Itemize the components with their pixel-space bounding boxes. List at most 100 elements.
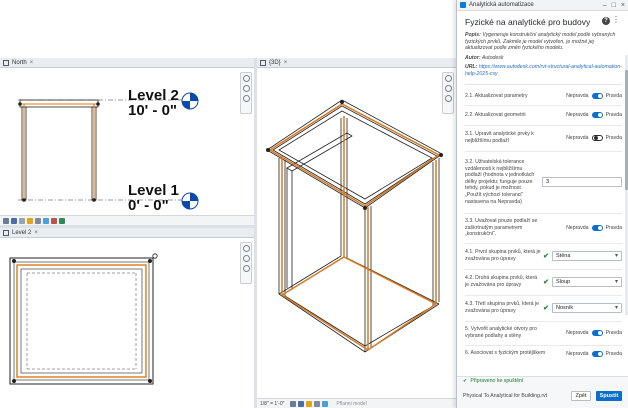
- view-control-bar: [0, 215, 254, 225]
- element-group-select[interactable]: Sloup: [552, 277, 622, 288]
- north-elevation-drawing: [18, 92, 199, 210]
- viewport-north[interactable]: North × Level 2 10' - 0" Level 1 0' - 0": [0, 58, 254, 225]
- navigation-bar[interactable]: [240, 242, 252, 284]
- level-elevation[interactable]: 0' - 0": [128, 198, 169, 213]
- visual-style-icon[interactable]: [298, 400, 305, 407]
- level-elevation[interactable]: 10' - 0": [128, 103, 177, 118]
- view-mode-label: Pflanni model: [336, 400, 367, 407]
- toggle-switch[interactable]: [591, 135, 603, 142]
- analytical-automation-panel: Analytická automatizace – □ × Fyzické na a…: [456, 0, 628, 408]
- option-label: 4.2. Druhá skupina prvků, která je zvažo…: [465, 275, 538, 289]
- option-label: 3.3. Uvažovat pouze podlaží se zaškrtnut…: [465, 218, 538, 238]
- scale-icon[interactable]: [3, 217, 9, 224]
- crop-icon[interactable]: [322, 400, 329, 407]
- zoom-icon[interactable]: [242, 245, 250, 252]
- toggle-control[interactable]: Nepravda Pravda: [566, 112, 622, 119]
- panel-footer: Physical To Analytical for Building.rvt …: [457, 384, 628, 408]
- toggle-control[interactable]: Nepravda Pravda: [566, 135, 622, 142]
- toggle-switch[interactable]: [591, 112, 603, 119]
- navigation-bar[interactable]: [442, 72, 454, 114]
- sun-path-icon[interactable]: [27, 217, 33, 224]
- toggle-switch[interactable]: [591, 93, 603, 100]
- run-button[interactable]: Spustit: [596, 391, 622, 401]
- orbit-icon[interactable]: [444, 95, 452, 102]
- option-row: 3.3. Uvažovat pouze podlaží se zaškrtnut…: [465, 214, 622, 244]
- toggle-switch[interactable]: [591, 330, 603, 337]
- level-name[interactable]: Level 2: [128, 88, 179, 103]
- option-row: 4.3. Třetí skupina prvků, která je zvažo…: [465, 296, 622, 322]
- url-link[interactable]: https://www.autodesk.com/rvt-structural-…: [465, 64, 622, 77]
- panel-heading: Fyzické na analytické pro budovy: [465, 17, 591, 27]
- check-icon: ✔: [543, 305, 549, 313]
- back-button[interactable]: Zpět: [571, 391, 591, 401]
- tolerance-input[interactable]: 3: [542, 177, 622, 188]
- option-label: 6. Asociovat s fyzickým protějškem: [465, 350, 546, 357]
- toggle-switch[interactable]: [591, 225, 603, 232]
- detail-level-icon[interactable]: [11, 217, 17, 224]
- option-label: 3.2. Uživatelská tolerance vzdálenosti k…: [465, 158, 535, 205]
- zoom-icon[interactable]: [242, 75, 250, 82]
- orbit-icon[interactable]: [242, 95, 250, 102]
- toggle-control[interactable]: Nepravda Pravda: [566, 330, 622, 337]
- level-marker-icon: [181, 192, 199, 210]
- check-icon: ✔: [543, 279, 549, 287]
- option-label: 2.2. Aktualizovat geometrii: [465, 111, 526, 118]
- reveal-icon[interactable]: [59, 217, 65, 224]
- viewport-3d[interactable]: {3D} × 1/8" = 1'-0" Pflanni model: [257, 58, 456, 408]
- option-row: 2.2. Aktualizovat geometrii Nepravda Prav…: [465, 106, 622, 126]
- help-icon[interactable]: ?: [602, 17, 610, 25]
- app-icon: [460, 2, 466, 8]
- footer-filename: Physical To Analytical for Building.rvt: [463, 393, 548, 399]
- option-row: 4.1. První skupina prvků, která je zvažo…: [465, 244, 622, 270]
- description-block: Popis: Vygeneruje konstrukční analytický…: [465, 32, 622, 52]
- shadows-icon[interactable]: [35, 217, 41, 224]
- zoom-icon[interactable]: [444, 75, 452, 82]
- option-label: 4.3. Třetí skupina prvků, která je zvažo…: [465, 301, 540, 315]
- pan-icon[interactable]: [242, 85, 250, 92]
- canvas-top-blank: [0, 0, 456, 58]
- view-scale[interactable]: 1/8" = 1'-0": [260, 401, 284, 407]
- view-control-bar: 1/8" = 1'-0" Pflanni model: [257, 398, 456, 408]
- description-label: Popis:: [465, 32, 481, 38]
- shadows-icon[interactable]: [314, 400, 321, 407]
- option-label: 4.1. První skupina prvků, která je zvažo…: [465, 249, 541, 263]
- element-group-select[interactable]: Nosník: [552, 303, 622, 314]
- check-icon: ✔: [543, 253, 549, 261]
- status-bar: ✔ Připraveno ke spuštění: [457, 376, 628, 384]
- url-label: URL:: [465, 64, 478, 71]
- option-row: 6. Asociovat s fyzickým protějškem Nepra…: [465, 346, 622, 362]
- option-label: 3.1. Upravit analytické prvky k nejbližš…: [465, 131, 534, 145]
- viewport-level2[interactable]: Level 2 ×: [0, 228, 254, 408]
- app-window: { "views": { "north": { "tab_label": "No…: [0, 0, 628, 408]
- 3d-model-drawing: [266, 99, 443, 353]
- crop-icon[interactable]: [43, 217, 49, 224]
- more-options-icon[interactable]: ⋮: [612, 16, 620, 24]
- option-label: 2.1. Aktualizovat parametry: [465, 92, 528, 99]
- pan-icon[interactable]: [242, 255, 250, 262]
- option-label: 5. Vytvořit analytické otvory pro vybran…: [465, 326, 537, 340]
- hide-isolate-icon[interactable]: [51, 217, 57, 224]
- navigation-bar[interactable]: [240, 72, 252, 114]
- visual-style-icon[interactable]: [19, 217, 25, 224]
- level-name[interactable]: Level 1: [128, 183, 179, 198]
- panel-titlebar[interactable]: Analytická automatizace – □ ×: [457, 0, 628, 11]
- minimize-icon[interactable]: –: [603, 2, 607, 9]
- option-row: 2.1. Aktualizovat parametry Nepravda Prav…: [465, 88, 622, 106]
- close-icon[interactable]: ×: [621, 2, 625, 9]
- element-group-select[interactable]: Stěna: [552, 251, 622, 262]
- option-row: 3.1. Upravit analytické prvky k nejbližš…: [465, 126, 622, 152]
- toggle-control[interactable]: Nepravda Pravda: [566, 225, 622, 232]
- toggle-control[interactable]: Nepravda Pravda: [566, 350, 622, 357]
- url-block: URL: https://www.autodesk.com/rvt-struct…: [465, 64, 622, 77]
- sun-path-icon[interactable]: [306, 400, 313, 407]
- toggle-switch[interactable]: [591, 350, 603, 357]
- maximize-icon[interactable]: □: [612, 2, 616, 9]
- level2-plan-drawing: [9, 253, 158, 385]
- detail-level-icon[interactable]: [290, 400, 297, 407]
- status-check-icon: ✔: [463, 377, 468, 384]
- pan-icon[interactable]: [444, 85, 452, 92]
- toggle-control[interactable]: Nepravda Pravda: [566, 93, 622, 100]
- status-text: Připraveno ke spuštění: [470, 377, 524, 384]
- option-row: 3.2. Uživatelská tolerance vzdálenosti k…: [465, 152, 622, 214]
- orbit-icon[interactable]: [242, 265, 250, 272]
